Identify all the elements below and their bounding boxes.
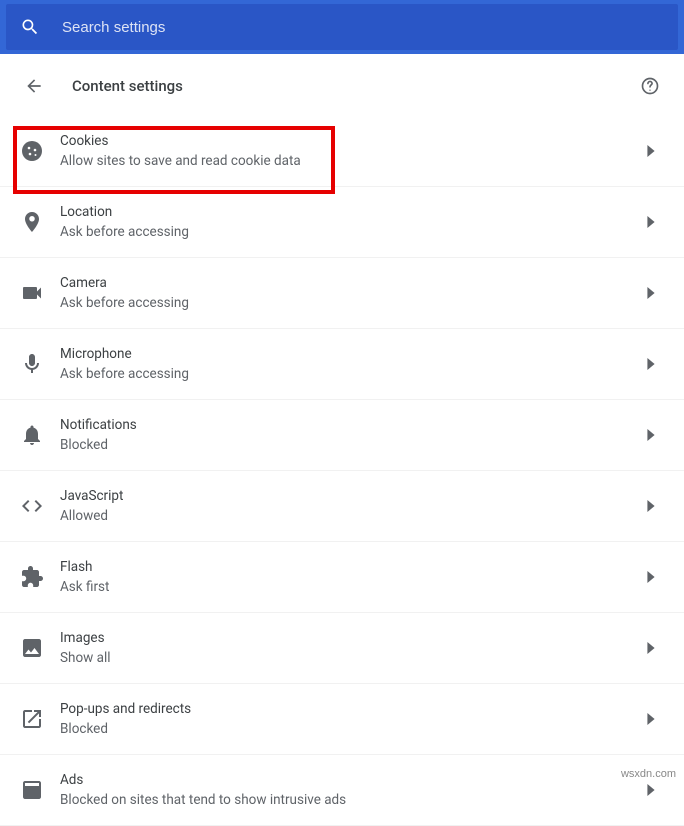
setting-item-location[interactable]: Location Ask before accessing <box>0 187 684 258</box>
item-text: Microphone Ask before accessing <box>60 344 646 384</box>
chevron-right-icon <box>646 429 656 441</box>
chevron-right-icon <box>646 358 656 370</box>
item-title: Cookies <box>60 131 646 151</box>
item-text: Location Ask before accessing <box>60 202 646 242</box>
chevron-right-icon <box>646 713 656 725</box>
watermark: wsxdn.com <box>621 768 676 780</box>
item-title: Notifications <box>60 415 646 435</box>
help-icon[interactable] <box>640 76 660 96</box>
item-subtitle: Ask before accessing <box>60 293 646 313</box>
item-title: Pop-ups and redirects <box>60 699 646 719</box>
chevron-right-icon <box>646 145 656 157</box>
item-subtitle: Ask first <box>60 577 646 597</box>
microphone-icon <box>20 352 44 376</box>
setting-item-flash[interactable]: Flash Ask first <box>0 542 684 613</box>
search-bar[interactable] <box>6 4 678 50</box>
item-text: Notifications Blocked <box>60 415 646 455</box>
setting-item-images[interactable]: Images Show all <box>0 613 684 684</box>
settings-list: Cookies Allow sites to save and read coo… <box>0 116 684 826</box>
item-text: Images Show all <box>60 628 646 668</box>
cookie-icon <box>20 139 44 163</box>
item-text: JavaScript Allowed <box>60 486 646 526</box>
chevron-right-icon <box>646 287 656 299</box>
item-title: Flash <box>60 557 646 577</box>
popup-icon <box>20 707 44 731</box>
chevron-right-icon <box>646 642 656 654</box>
setting-item-cookies[interactable]: Cookies Allow sites to save and read coo… <box>0 116 684 187</box>
chevron-right-icon <box>646 571 656 583</box>
setting-item-microphone[interactable]: Microphone Ask before accessing <box>0 329 684 400</box>
item-subtitle: Show all <box>60 648 646 668</box>
ads-icon <box>20 778 44 802</box>
item-text: Ads Blocked on sites that tend to show i… <box>60 770 646 810</box>
search-bar-container <box>0 0 684 54</box>
camera-icon <box>20 281 44 305</box>
setting-item-popups[interactable]: Pop-ups and redirects Blocked <box>0 684 684 755</box>
code-icon <box>20 494 44 518</box>
chevron-right-icon <box>646 500 656 512</box>
item-subtitle: Blocked <box>60 719 646 739</box>
setting-item-ads[interactable]: Ads Blocked on sites that tend to show i… <box>0 755 684 826</box>
item-text: Pop-ups and redirects Blocked <box>60 699 646 739</box>
item-text: Flash Ask first <box>60 557 646 597</box>
item-subtitle: Blocked on sites that tend to show intru… <box>60 790 646 810</box>
item-title: JavaScript <box>60 486 646 506</box>
item-text: Camera Ask before accessing <box>60 273 646 313</box>
item-subtitle: Allowed <box>60 506 646 526</box>
item-title: Camera <box>60 273 646 293</box>
page-header: Content settings <box>0 54 684 116</box>
location-icon <box>20 210 44 234</box>
item-title: Location <box>60 202 646 222</box>
back-icon[interactable] <box>24 76 44 96</box>
search-input[interactable] <box>62 19 664 36</box>
item-title: Microphone <box>60 344 646 364</box>
setting-item-notifications[interactable]: Notifications Blocked <box>0 400 684 471</box>
setting-item-camera[interactable]: Camera Ask before accessing <box>0 258 684 329</box>
item-title: Ads <box>60 770 646 790</box>
page-title: Content settings <box>72 77 640 95</box>
item-subtitle: Blocked <box>60 435 646 455</box>
search-icon <box>20 17 40 37</box>
item-subtitle: Allow sites to save and read cookie data <box>60 151 646 171</box>
extension-icon <box>20 565 44 589</box>
setting-item-javascript[interactable]: JavaScript Allowed <box>0 471 684 542</box>
bell-icon <box>20 423 44 447</box>
item-subtitle: Ask before accessing <box>60 364 646 384</box>
image-icon <box>20 636 44 660</box>
item-text: Cookies Allow sites to save and read coo… <box>60 131 646 171</box>
item-subtitle: Ask before accessing <box>60 222 646 242</box>
item-title: Images <box>60 628 646 648</box>
chevron-right-icon <box>646 216 656 228</box>
